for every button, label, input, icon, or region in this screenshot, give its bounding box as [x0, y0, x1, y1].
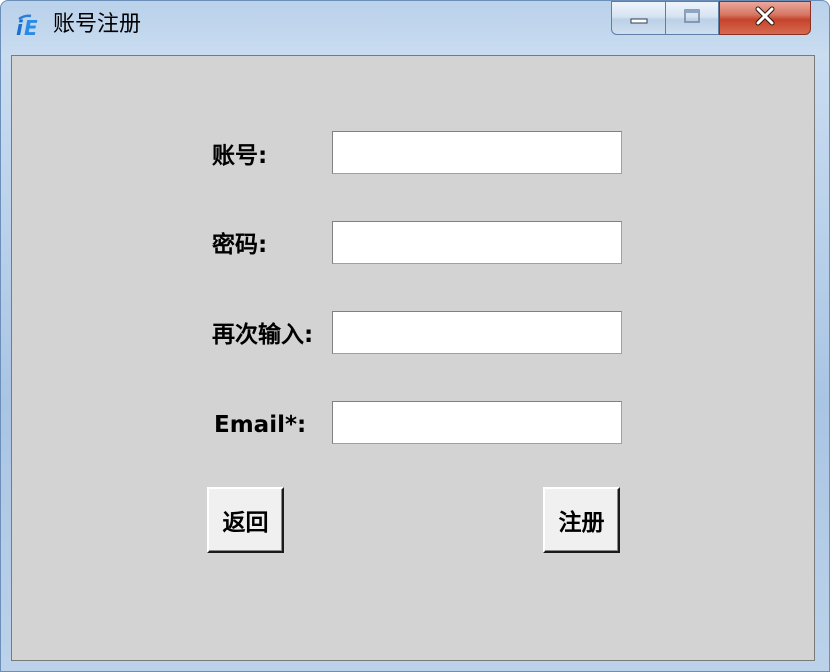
close-icon [754, 6, 776, 30]
form-panel: 账号: 密码: 再次输入: Email*: 返回 注册 [11, 55, 815, 661]
window-controls [611, 1, 811, 37]
account-input[interactable] [332, 131, 622, 174]
minimize-icon [629, 9, 649, 28]
registration-window: i E 账号注册 账号: 密码: 再次输入: Email*: 返回 注册 [0, 0, 830, 672]
back-button[interactable]: 返回 [207, 487, 284, 553]
close-button[interactable] [719, 1, 811, 35]
minimize-button[interactable] [611, 1, 665, 35]
ie-logo-icon: i E [15, 13, 43, 40]
confirm-password-input[interactable] [332, 311, 622, 354]
account-label: 账号: [212, 143, 268, 169]
svg-text:E: E [24, 16, 38, 39]
maximize-button[interactable] [665, 1, 719, 35]
confirm-password-label: 再次输入: [212, 322, 314, 348]
password-input[interactable] [332, 221, 622, 264]
svg-text:i: i [16, 16, 24, 39]
title-bar[interactable]: i E 账号注册 [1, 1, 829, 53]
email-label: Email*: [214, 412, 307, 438]
password-label: 密码: [212, 232, 268, 258]
maximize-icon [682, 8, 702, 28]
window-title: 账号注册 [53, 12, 142, 37]
register-button[interactable]: 注册 [543, 487, 620, 553]
email-input[interactable] [332, 401, 622, 444]
